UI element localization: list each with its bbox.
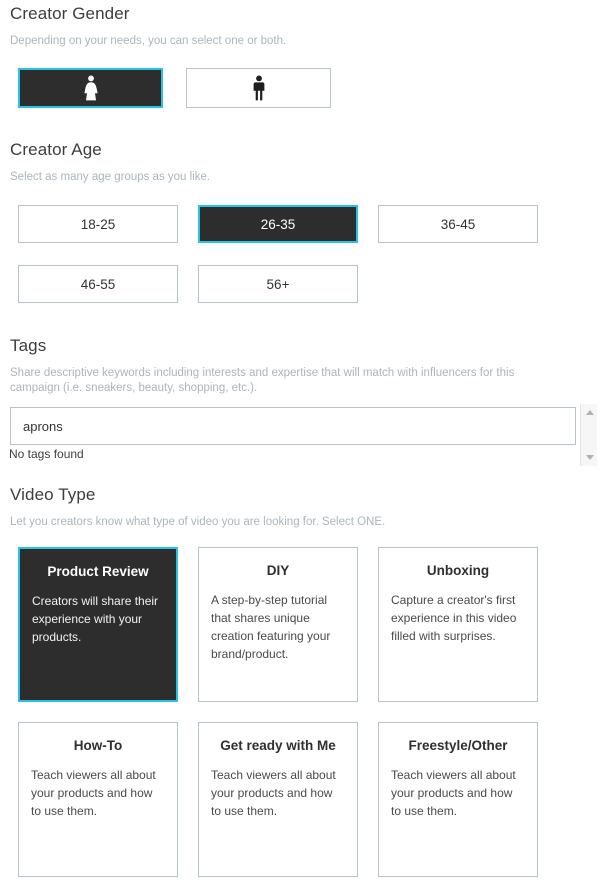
tags-search-input[interactable] <box>10 407 576 445</box>
video-type-title: Video Type <box>10 485 96 504</box>
tags-section: Tags Share descriptive keywords includin… <box>0 336 600 396</box>
creator-age-section: Creator Age Select as many age groups as… <box>0 140 600 185</box>
video-type-card-freestyle-other[interactable]: Freestyle/Other Teach viewers all about … <box>378 722 538 877</box>
age-option-label: 46-55 <box>80 276 116 292</box>
video-type-card-title: Freestyle/Other <box>408 738 508 753</box>
age-option-18-25[interactable]: 18-25 <box>18 205 178 243</box>
chevron-down-icon[interactable] <box>581 449 598 466</box>
video-type-card-title: Unboxing <box>426 563 490 578</box>
video-type-card-description: Teach viewers all about your products an… <box>31 768 156 818</box>
video-type-card-description: Teach viewers all about your products an… <box>391 768 516 818</box>
creator-gender-title: Creator Gender <box>10 4 130 23</box>
video-type-card-how-to[interactable]: How-To Teach viewers all about your prod… <box>18 722 178 877</box>
video-type-description: Let you creators know what type of video… <box>10 516 386 528</box>
tags-status-message: No tags found <box>9 447 84 461</box>
creator-age-description: Select as many age groups as you like. <box>10 171 211 183</box>
video-type-section: Video Type Let you creators know what ty… <box>0 485 600 530</box>
chevron-up-icon[interactable] <box>581 404 598 421</box>
creator-gender-description: Depending on your needs, you can select … <box>10 35 287 47</box>
male-gender-icon <box>251 75 267 101</box>
age-option-label: 26-35 <box>260 216 296 232</box>
age-option-label: 18-25 <box>80 216 116 232</box>
gender-option-female[interactable] <box>18 68 163 108</box>
video-type-card-unboxing[interactable]: Unboxing Capture a creator's first exper… <box>378 547 538 702</box>
video-type-card-description: Teach viewers all about your products an… <box>211 768 336 818</box>
video-type-card-title: How-To <box>73 738 123 753</box>
gender-option-male[interactable] <box>186 68 331 108</box>
age-option-46-55[interactable]: 46-55 <box>18 265 178 303</box>
video-type-card-title: Get ready with Me <box>220 738 336 753</box>
campaign-creator-criteria-form: Creator Gender Depending on your needs, … <box>0 0 600 886</box>
age-option-26-35[interactable]: 26-35 <box>198 205 358 243</box>
video-type-card-description: Capture a creator's first experience in … <box>391 593 517 643</box>
tags-title: Tags <box>10 336 47 355</box>
video-type-card-title: DIY <box>266 563 290 578</box>
female-gender-icon <box>83 75 99 101</box>
video-type-card-title: Product Review <box>47 564 149 579</box>
video-type-card-product-review[interactable]: Product Review Creators will share their… <box>18 547 178 702</box>
creator-gender-section: Creator Gender Depending on your needs, … <box>0 4 600 49</box>
age-option-36-45[interactable]: 36-45 <box>378 205 538 243</box>
video-type-card-description: Creators will share their experience wit… <box>32 594 159 644</box>
video-type-card-diy[interactable]: DIY A step-by-step tutorial that shares … <box>198 547 358 702</box>
video-type-card-get-ready-with-me[interactable]: Get ready with Me Teach viewers all abou… <box>198 722 358 877</box>
tags-scrollbar[interactable] <box>580 404 597 466</box>
age-option-label: 56+ <box>266 276 290 292</box>
video-type-card-description: A step-by-step tutorial that shares uniq… <box>211 593 331 661</box>
tags-description: Share descriptive keywords including int… <box>10 367 515 394</box>
creator-age-title: Creator Age <box>10 140 102 159</box>
age-option-label: 36-45 <box>440 216 476 232</box>
age-option-56-plus[interactable]: 56+ <box>198 265 358 303</box>
